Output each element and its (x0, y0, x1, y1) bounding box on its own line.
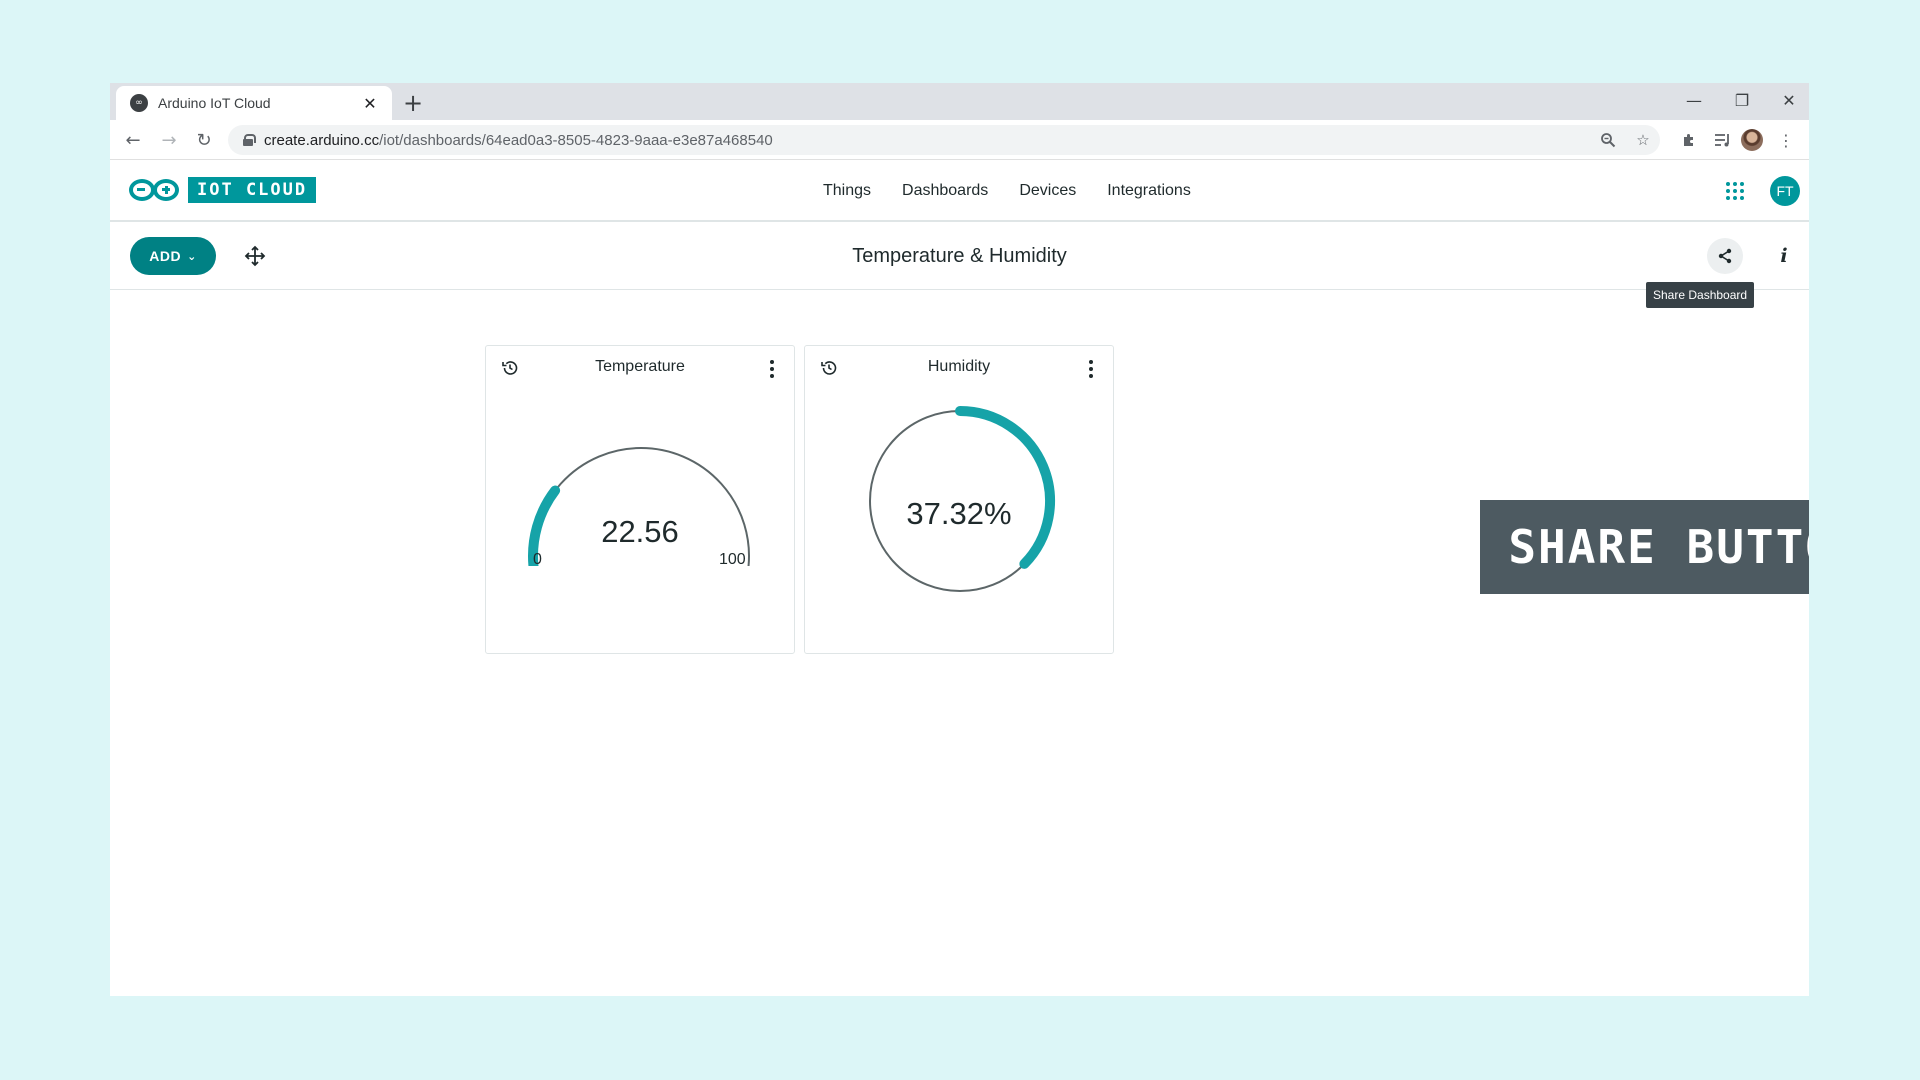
dashboard-title: Temperature & Humidity (852, 244, 1067, 267)
window-close-icon[interactable]: ✕ (1766, 83, 1809, 117)
share-dashboard-tooltip: Share Dashboard (1646, 282, 1755, 308)
app-header: IOT CLOUD Things Dashboards Devices Inte… (110, 161, 1809, 222)
reading-list-icon[interactable] (1711, 128, 1735, 152)
share-dashboard-button[interactable] (1707, 238, 1743, 274)
back-icon[interactable]: ← (120, 127, 146, 153)
widget-menu-icon[interactable] (768, 359, 776, 379)
address-bar[interactable]: create.arduino.cc/iot/dashboards/64ead0a… (228, 125, 1660, 155)
user-avatar[interactable]: FT (1770, 176, 1800, 206)
minimize-icon[interactable]: — (1671, 83, 1717, 117)
temperature-widget[interactable]: Temperature 22.56 0 100 (485, 345, 795, 654)
arduino-logo[interactable]: IOT CLOUD (129, 177, 317, 203)
info-icon[interactable]: i (1769, 241, 1799, 271)
new-tab-button[interactable]: + (398, 88, 428, 118)
extensions-icon[interactable] (1677, 128, 1701, 152)
humidity-widget[interactable]: Humidity 37.32% (804, 345, 1114, 654)
share-icon (1718, 248, 1732, 264)
apps-grid-icon[interactable] (1726, 182, 1744, 200)
browser-tab[interactable]: ∞ Arduino IoT Cloud ✕ (116, 86, 392, 120)
widget-title: Humidity (927, 358, 991, 375)
forward-icon[interactable]: → (156, 127, 182, 153)
arduino-infinity-icon (129, 177, 181, 203)
url-path: /iot/dashboards/64ead0a3-8505-4823-9aaa-… (379, 131, 773, 149)
widget-title: Temperature (595, 358, 685, 375)
arrange-move-icon[interactable] (242, 243, 268, 269)
add-button-label: ADD (149, 248, 182, 264)
nav-item-devices[interactable]: Devices (1019, 182, 1076, 200)
url-host: create.arduino.cc (264, 131, 380, 149)
nav-item-integrations[interactable]: Integrations (1107, 182, 1191, 200)
humidity-value: 37.32% (906, 496, 1012, 531)
dashboard-toolbar: Temperature & Humidity ADD ⌄ i (110, 224, 1809, 290)
gauge-min-label: 0 (533, 551, 542, 568)
add-widget-button[interactable]: ADD ⌄ (130, 237, 216, 275)
temperature-value: 22.56 (601, 514, 679, 549)
main-nav: Things Dashboards Devices Integrations (823, 161, 1191, 220)
nav-item-things[interactable]: Things (823, 182, 871, 200)
tab-title: Arduino IoT Cloud (158, 95, 271, 111)
gauge-max-label: 100 (719, 551, 746, 568)
url-text: create.arduino.cc/iot/dashboards/64ead0a… (264, 132, 773, 149)
bookmark-star-icon[interactable]: ☆ (1633, 130, 1653, 150)
kebab-menu-icon[interactable]: ⋮ (1774, 128, 1798, 152)
share-button-callout: SHARE BUTTON (1480, 500, 1809, 594)
arduino-favicon-icon: ∞ (130, 94, 148, 112)
nav-item-dashboards[interactable]: Dashboards (902, 182, 988, 200)
browser-toolbar: ← → ↻ create.arduino.cc/iot/dashboards/6… (110, 120, 1809, 160)
chevron-down-icon: ⌄ (187, 249, 197, 263)
logo-text: IOT CLOUD (188, 177, 317, 203)
close-icon[interactable]: ✕ (358, 91, 382, 115)
zoom-icon[interactable] (1598, 130, 1618, 150)
tab-strip: ∞ Arduino IoT Cloud ✕ + — ❐ ✕ (110, 83, 1809, 120)
restore-icon[interactable]: ❐ (1719, 83, 1765, 117)
reload-icon[interactable]: ↻ (191, 127, 217, 153)
lock-icon (243, 134, 256, 146)
browser-window: ∞ Arduino IoT Cloud ✕ + — ❐ ✕ ← → ↻ crea… (110, 83, 1809, 996)
profile-avatar[interactable] (1741, 129, 1763, 151)
widget-menu-icon[interactable] (1087, 359, 1095, 379)
